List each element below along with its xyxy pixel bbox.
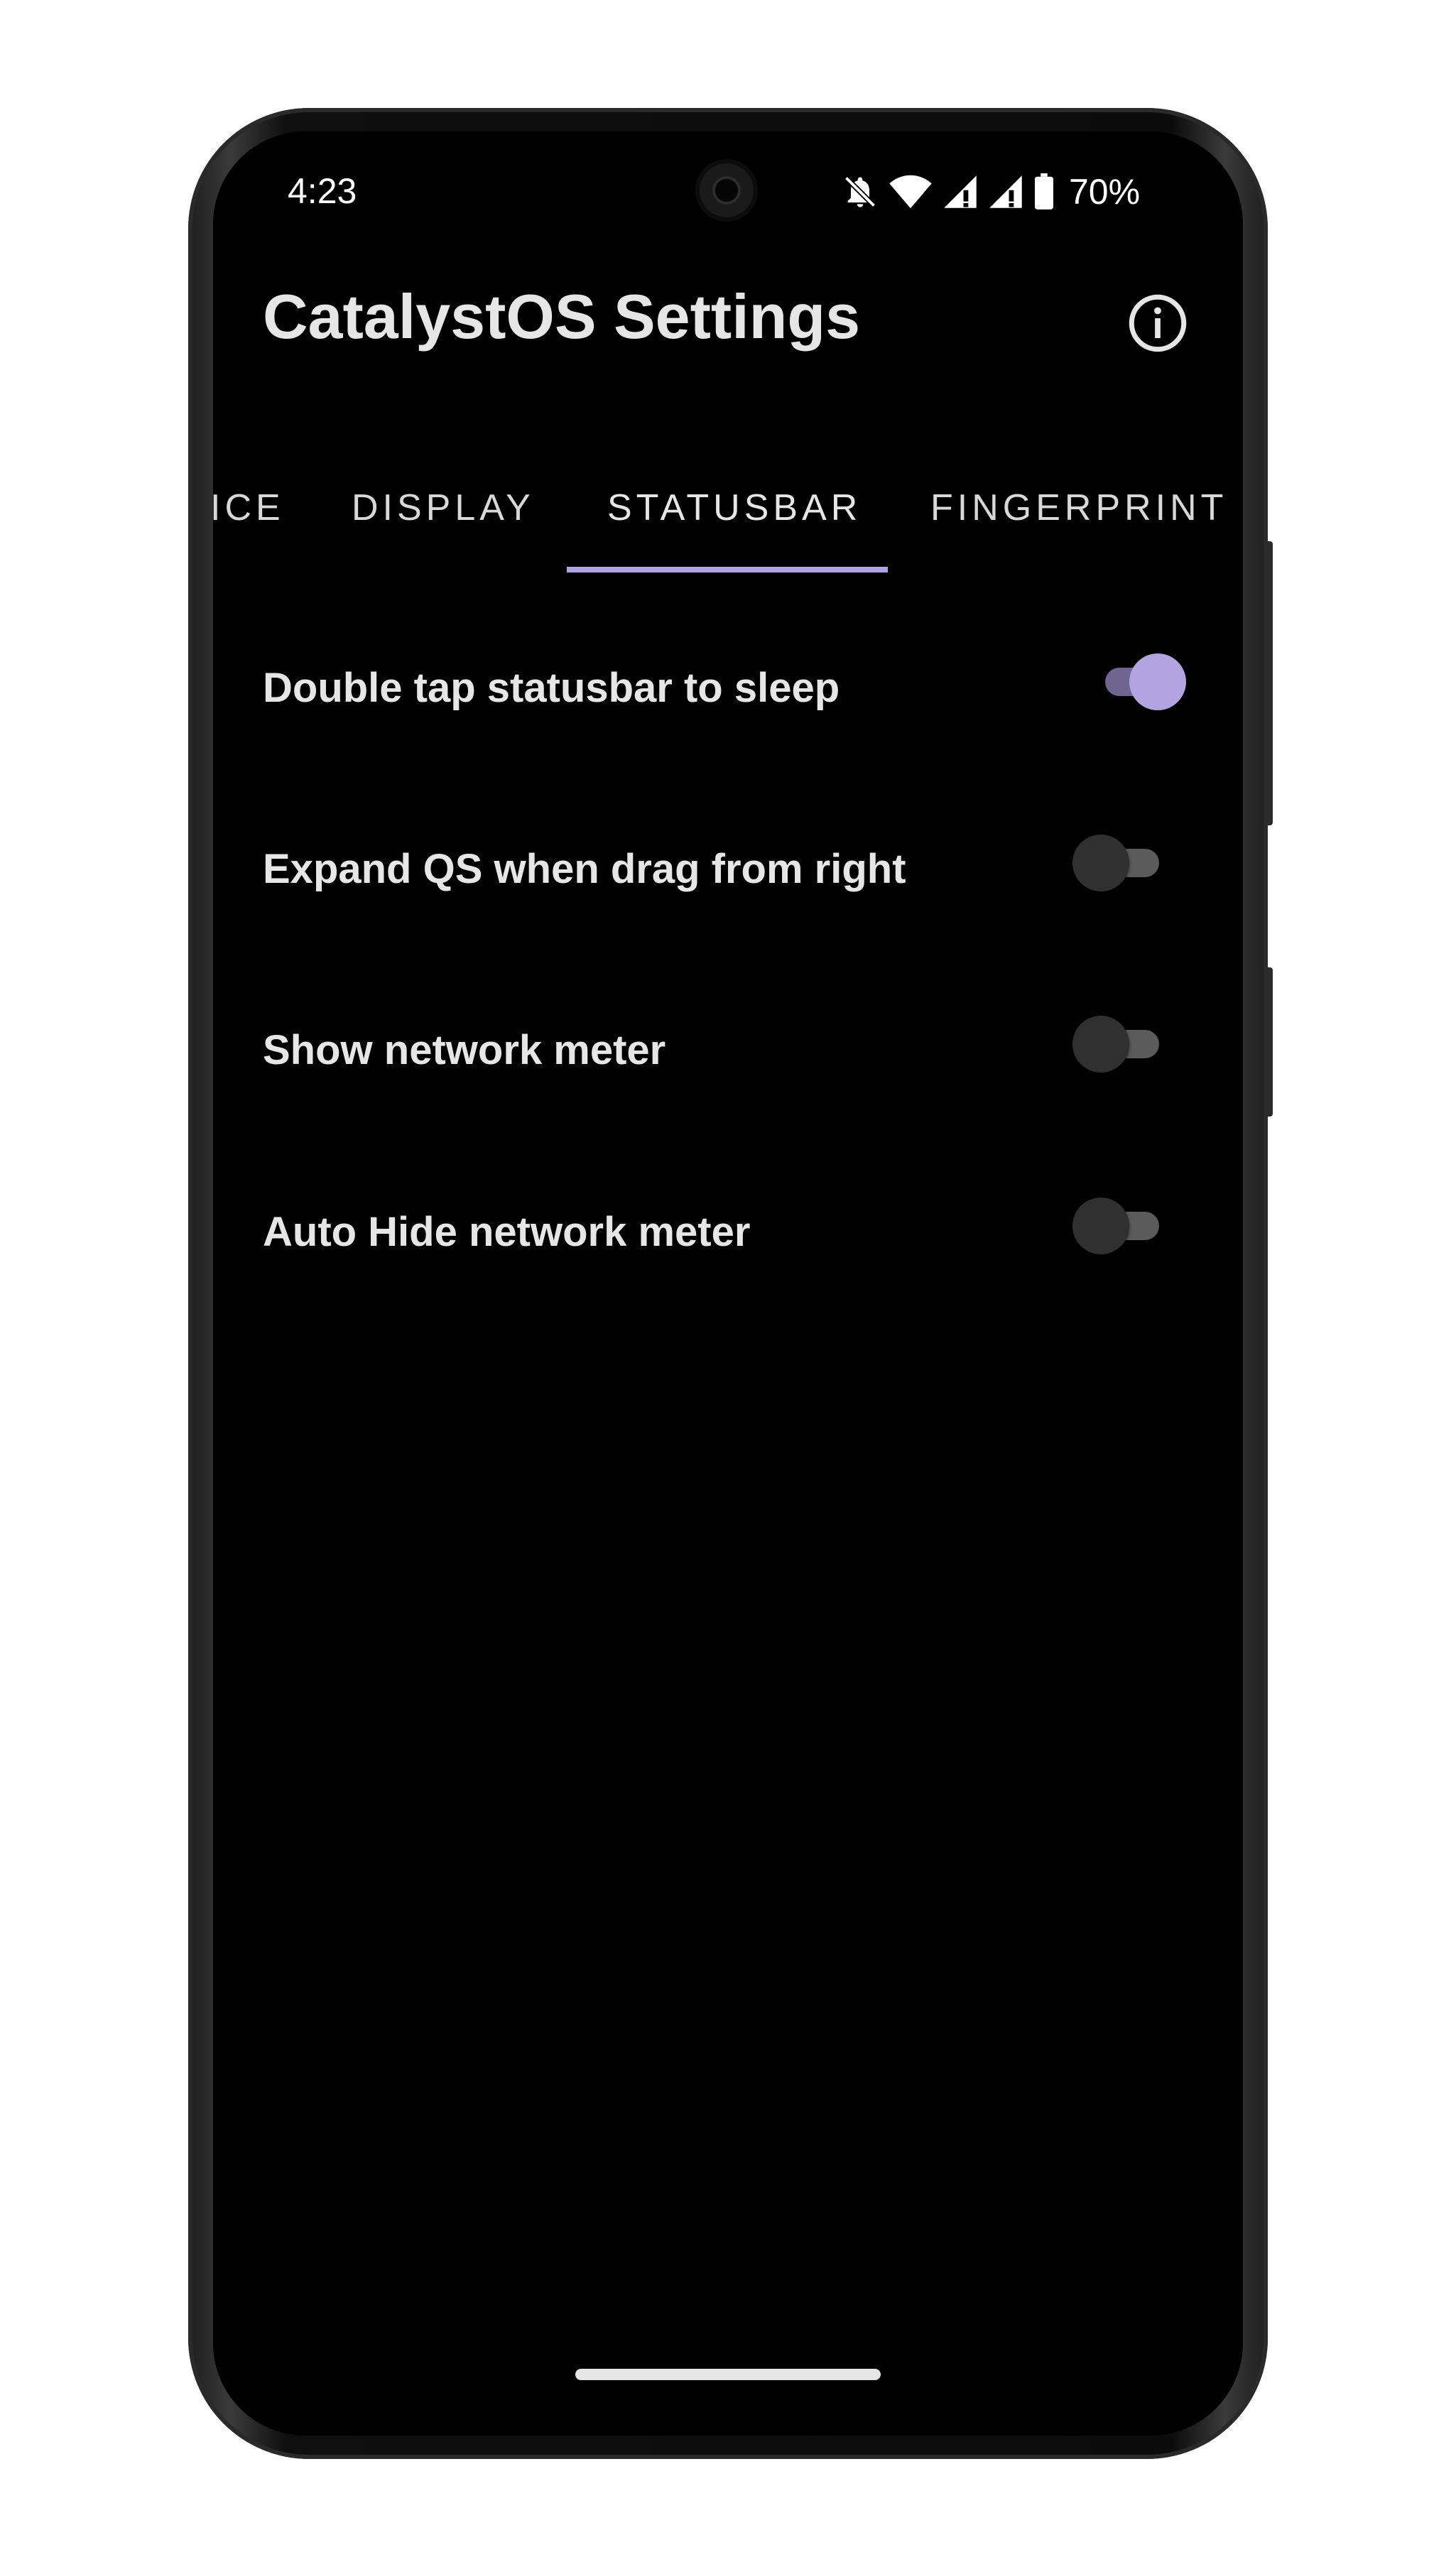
- setting-label: Double tap statusbar to sleep: [263, 665, 840, 711]
- setting-row-auto-hide-network-meter[interactable]: Auto Hide network meter: [213, 1158, 1243, 1301]
- battery-percent: 70%: [1069, 172, 1141, 212]
- info-icon[interactable]: [1128, 293, 1188, 353]
- cellular-signal-icon: [989, 175, 1022, 208]
- page-title: CatalystOS Settings: [263, 281, 861, 352]
- toggle-thumb: [1072, 1198, 1129, 1254]
- phone-side-button-lower: [1264, 967, 1273, 1117]
- status-clock: 4:23: [288, 171, 357, 211]
- front-camera: [700, 163, 754, 217]
- phone-side-button-upper: [1264, 541, 1273, 825]
- tab-bar: ICE DISPLAY STATUSBAR FINGERPRINT: [213, 472, 1243, 579]
- toggle-thumb: [1072, 1016, 1129, 1073]
- status-icons: 70%: [842, 170, 1140, 213]
- bell-off-icon: [844, 175, 876, 208]
- toggle-switch-network-meter[interactable]: [1072, 1014, 1165, 1073]
- tab-ice[interactable]: ICE: [213, 487, 285, 529]
- setting-label: Show network meter: [263, 1027, 666, 1073]
- battery-icon: [1035, 173, 1053, 210]
- toggle-thumb: [1072, 835, 1129, 891]
- app-screen: 4:23 70% CatalystOS Settings ICE DISPLAY…: [213, 131, 1243, 2436]
- setting-label: Expand QS when drag from right: [263, 846, 906, 892]
- tab-display[interactable]: DISPLAY: [352, 487, 535, 529]
- toggle-thumb: [1129, 653, 1186, 710]
- home-indicator[interactable]: [575, 2369, 881, 2380]
- cellular-signal-icon: [944, 175, 977, 208]
- tab-statusbar[interactable]: STATUSBAR: [607, 487, 862, 529]
- status-bar: 4:23 70%: [213, 163, 1243, 220]
- setting-row-double-tap-sleep[interactable]: Double tap statusbar to sleep: [213, 614, 1243, 756]
- setting-row-network-meter[interactable]: Show network meter: [213, 977, 1243, 1119]
- wifi-icon: [889, 175, 932, 209]
- tab-indicator: [567, 567, 888, 572]
- toggle-switch-expand-qs[interactable]: [1072, 833, 1165, 891]
- setting-label: Auto Hide network meter: [263, 1209, 751, 1255]
- tab-fingerprint[interactable]: FINGERPRINT: [930, 487, 1227, 529]
- setting-row-expand-qs[interactable]: Expand QS when drag from right: [213, 796, 1243, 938]
- toggle-switch-double-tap-sleep[interactable]: [1094, 652, 1186, 710]
- toggle-switch-auto-hide-network-meter[interactable]: [1072, 1196, 1165, 1254]
